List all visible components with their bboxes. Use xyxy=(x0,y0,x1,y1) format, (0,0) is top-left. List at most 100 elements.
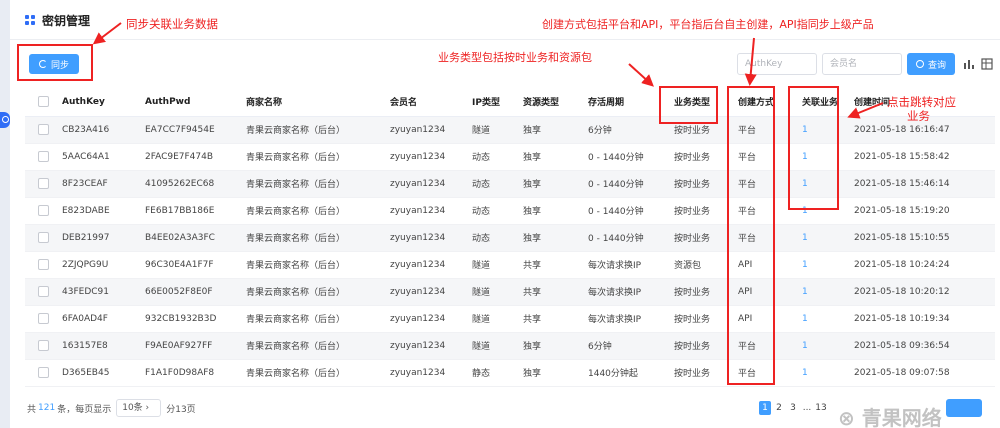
table-cell: 0 - 1440分钟 xyxy=(588,143,674,171)
column-header: AuthKey xyxy=(62,88,145,117)
left-sidebar-strip xyxy=(0,0,10,428)
table-cell: CB23A416 xyxy=(62,116,145,144)
member-name-input[interactable] xyxy=(822,53,902,75)
table-cell: 隧道 xyxy=(472,278,523,306)
annotation-box-sync xyxy=(17,44,93,81)
select-all-checkbox[interactable] xyxy=(38,96,49,108)
table-cell: 动态 xyxy=(472,197,523,225)
table-cell: 独享 xyxy=(523,197,588,225)
annotation-box-business-type xyxy=(659,86,718,124)
table-cell: zyuyan1234 xyxy=(390,332,472,360)
table-cell: 6FA0AD4F xyxy=(62,305,145,333)
table-cell: 2021-05-18 10:19:34 xyxy=(854,305,995,333)
table-view-icon[interactable] xyxy=(981,58,993,70)
column-header: 会员名 xyxy=(390,88,472,117)
table-cell: zyuyan1234 xyxy=(390,197,472,225)
table-cell: zyuyan1234 xyxy=(390,359,472,387)
table-row: D365EB45 F1A1F0D98AF8 青果云商家名称（后台） zyuyan123… xyxy=(25,359,995,387)
table-header-row: AuthKey AuthPwd 商家名称 会员名 IP类型 资源类型 存活周期 … xyxy=(25,88,995,117)
next-page-button[interactable] xyxy=(946,399,982,417)
table-cell: 66E0052F8E0F xyxy=(145,278,246,306)
row-checkbox[interactable] xyxy=(38,367,49,378)
table-cell: 独享 xyxy=(523,224,588,252)
table-cell: 2021-05-18 15:10:55 xyxy=(854,224,995,252)
table-cell: 独享 xyxy=(523,359,588,387)
table-cell: zyuyan1234 xyxy=(390,170,472,198)
table-cell: 0 - 1440分钟 xyxy=(588,224,674,252)
chevron-down-icon: › xyxy=(145,403,150,413)
row-checkbox[interactable] xyxy=(38,259,49,270)
page-ellipsis[interactable]: ... xyxy=(801,401,813,415)
annotation-jump-line2: 业务 xyxy=(907,109,930,123)
table-cell: 2ZJQPG9U xyxy=(62,251,145,279)
table-cell: zyuyan1234 xyxy=(390,251,472,279)
table-cell: 2021-05-18 09:07:58 xyxy=(854,359,995,387)
page-number[interactable]: 2 xyxy=(773,401,785,415)
search-button-label: 查询 xyxy=(927,60,946,71)
table-cell: 青果云商家名称（后台） xyxy=(246,143,390,171)
page-size-select[interactable]: 10条 › xyxy=(116,399,162,417)
table-cell: 独享 xyxy=(523,116,588,144)
table-cell: 共享 xyxy=(523,305,588,333)
row-checkbox[interactable] xyxy=(38,286,49,297)
table-cell: 932CB1932B3D xyxy=(145,305,246,333)
page-number[interactable]: 3 xyxy=(787,401,799,415)
table-cell: F9AE0AF927FF xyxy=(145,332,246,360)
related-business-link[interactable]: 1 xyxy=(802,305,854,333)
table-cell: zyuyan1234 xyxy=(390,116,472,144)
table-cell: FE6B17BB186E xyxy=(145,197,246,225)
table-cell: 独享 xyxy=(523,332,588,360)
table-row: 5AAC64A1 2FAC9E7F474B 青果云商家名称（后台） zyuyan123… xyxy=(25,143,995,171)
search-button[interactable]: 查询 xyxy=(907,53,955,75)
pagination-prefix: 共 xyxy=(27,404,37,415)
row-checkbox[interactable] xyxy=(38,205,49,216)
table-cell: zyuyan1234 xyxy=(390,143,472,171)
total-count: 121 xyxy=(38,403,56,413)
row-checkbox[interactable] xyxy=(38,232,49,243)
annotation-box-create-method xyxy=(727,86,775,385)
row-checkbox[interactable] xyxy=(38,313,49,324)
table-cell: 6分钟 xyxy=(588,332,674,360)
table-cell: 独享 xyxy=(523,170,588,198)
related-business-link[interactable]: 1 xyxy=(802,332,854,360)
related-business-link[interactable]: 1 xyxy=(802,278,854,306)
row-checkbox[interactable] xyxy=(38,340,49,351)
watermark-icon: ⊗ xyxy=(838,406,855,428)
column-settings-icon[interactable] xyxy=(963,58,975,70)
table-cell: 青果云商家名称（后台） xyxy=(246,251,390,279)
table-cell: 青果云商家名称（后台） xyxy=(246,197,390,225)
table-cell: 0 - 1440分钟 xyxy=(588,170,674,198)
key-table: AuthKey AuthPwd 商家名称 会员名 IP类型 资源类型 存活周期 … xyxy=(25,88,995,387)
table-cell: 每次请求换IP xyxy=(588,251,674,279)
table-row: DEB21997 B4EE02A3A3FC 青果云商家名称（后台） zyuyan123… xyxy=(25,224,995,252)
table-cell: 96C30E4A1F7F xyxy=(145,251,246,279)
related-business-link[interactable]: 1 xyxy=(802,359,854,387)
table-cell: 隧道 xyxy=(472,332,523,360)
table-cell: 动态 xyxy=(472,143,523,171)
table-cell: EA7CC7F9454E xyxy=(145,116,246,144)
table-cell: 2FAC9E7F474B xyxy=(145,143,246,171)
row-checkbox[interactable] xyxy=(38,124,49,135)
table-row: 163157E8 F9AE0AF927FF 青果云商家名称（后台） zyuyan123… xyxy=(25,332,995,360)
table-cell: B4EE02A3A3FC xyxy=(145,224,246,252)
table-cell: 8F23CEAF xyxy=(62,170,145,198)
table-cell: 2021-05-18 10:24:24 xyxy=(854,251,995,279)
page-number[interactable]: 1 xyxy=(759,401,771,415)
annotation-business-type: 业务类型包括按时业务和资源包 xyxy=(438,51,592,64)
row-checkbox[interactable] xyxy=(38,178,49,189)
table-cell: 0 - 1440分钟 xyxy=(588,197,674,225)
sidebar-active-icon[interactable] xyxy=(0,112,10,128)
page-numbers: 1 2 3 ... 13 xyxy=(759,401,827,415)
table-cell: 2021-05-18 10:20:12 xyxy=(854,278,995,306)
row-checkbox[interactable] xyxy=(38,151,49,162)
table-cell: 隧道 xyxy=(472,116,523,144)
annotation-sync: 同步关联业务数据 xyxy=(126,17,218,31)
related-business-link[interactable]: 1 xyxy=(802,251,854,279)
page-number[interactable]: 13 xyxy=(815,401,827,415)
table-cell: 163157E8 xyxy=(62,332,145,360)
table-cell: 41095262EC68 xyxy=(145,170,246,198)
authkey-input[interactable] xyxy=(737,53,817,75)
table-cell: 青果云商家名称（后台） xyxy=(246,224,390,252)
page-count: 分13页 xyxy=(166,404,196,415)
related-business-link[interactable]: 1 xyxy=(802,224,854,252)
